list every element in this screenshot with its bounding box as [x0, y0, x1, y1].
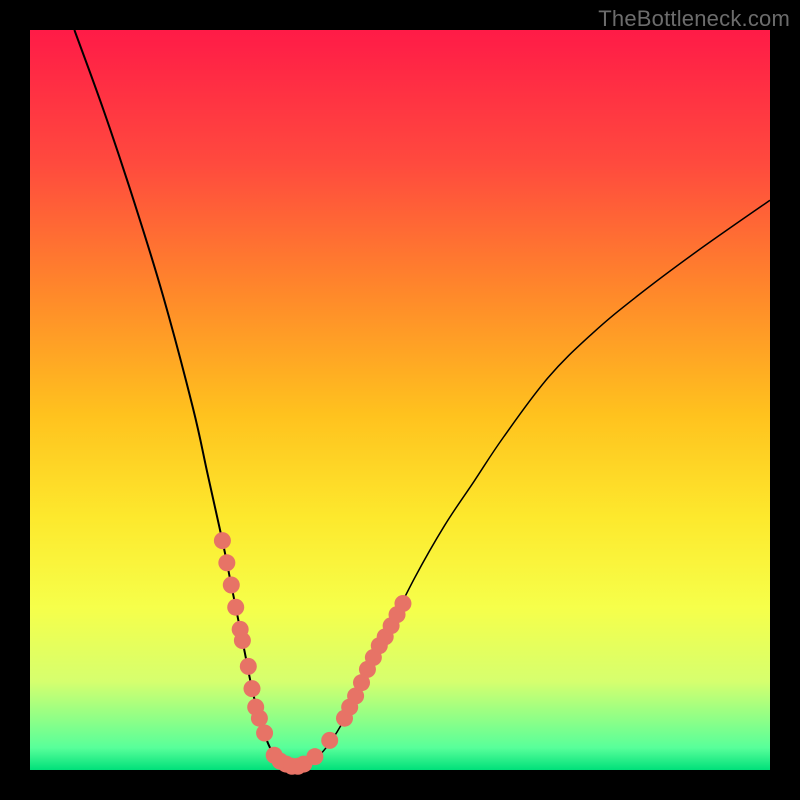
- marker-dot: [256, 725, 273, 742]
- marker-dot: [223, 577, 240, 594]
- chart-frame: TheBottleneck.com: [0, 0, 800, 800]
- marker-group: [214, 532, 412, 775]
- curve-left-branch: [74, 30, 296, 767]
- marker-dot: [218, 554, 235, 571]
- marker-dot: [306, 748, 323, 765]
- marker-dot: [394, 595, 411, 612]
- marker-dot: [240, 658, 257, 675]
- marker-dot: [251, 710, 268, 727]
- marker-dot: [214, 532, 231, 549]
- watermark-text: TheBottleneck.com: [598, 6, 790, 32]
- marker-dot: [321, 732, 338, 749]
- plot-area: [30, 30, 770, 770]
- marker-dot: [234, 632, 251, 649]
- marker-dot: [244, 680, 261, 697]
- chart-svg: [30, 30, 770, 770]
- marker-dot: [227, 599, 244, 616]
